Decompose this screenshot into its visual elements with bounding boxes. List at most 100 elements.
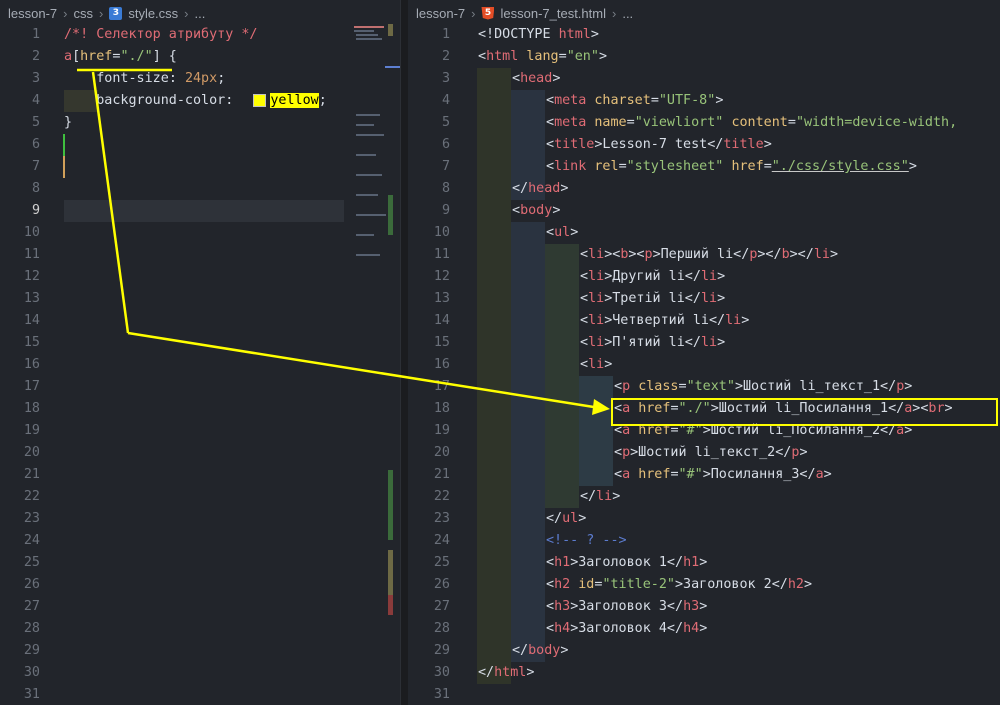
- code-token: >: [717, 291, 726, 306]
- code-token: =: [558, 49, 567, 64]
- line-number: 13: [23, 291, 40, 306]
- selector-value: "./": [120, 49, 153, 64]
- css-breadcrumb: lesson-7 › css › 3 style.css › ...: [0, 0, 400, 26]
- code-token: >Lesson-7 test</: [594, 137, 724, 152]
- line-number: 5: [441, 115, 450, 130]
- code-token: >Заголовок 1</: [570, 555, 684, 570]
- scrollbar-marker: [388, 470, 393, 540]
- code-token: <: [546, 137, 555, 152]
- code-token: li: [596, 489, 613, 504]
- code-token: li: [813, 247, 830, 262]
- line-number: 28: [23, 621, 40, 636]
- minimap[interactable]: [350, 24, 396, 284]
- code-token: h2: [787, 577, 804, 592]
- code-line-27: <h3>Заголовок 3</h3>: [477, 596, 957, 618]
- code-token: h4: [554, 621, 571, 636]
- code-token: ul: [554, 225, 571, 240]
- code-token: h3: [554, 599, 571, 614]
- code-token: ></: [789, 247, 814, 262]
- line-number: 8: [441, 181, 450, 196]
- code-token: "stylesheet": [626, 159, 732, 174]
- code-token: >: [699, 599, 708, 614]
- code-token: href: [638, 467, 671, 482]
- code-token: name: [594, 115, 627, 130]
- code-token: >Заголовок 2</: [675, 577, 788, 592]
- chevron-right-icon: ›: [98, 5, 104, 21]
- code-token: </: [546, 511, 563, 526]
- code-token: >Заголовок 4</: [570, 621, 684, 636]
- code-token: <: [478, 49, 487, 64]
- css-code[interactable]: /*! Селектор атрибуту */ a[href="./"] { …: [64, 24, 327, 134]
- html-code[interactable]: <!DOCTYPE html> <html lang="en"> <head> <me…: [477, 24, 957, 705]
- line-number: 7: [31, 159, 40, 174]
- code-token: meta: [554, 115, 595, 130]
- code-token: content: [731, 115, 788, 130]
- css-property: font-size: [96, 71, 169, 86]
- code-token: p: [644, 247, 653, 262]
- git-modified-marker: [63, 156, 65, 178]
- code-token: <: [512, 203, 521, 218]
- code-token: >Шостий li_текст_2</: [630, 445, 792, 460]
- html-editor-pane[interactable]: lesson-7 › 5 lesson-7_test.html › ... 12…: [408, 0, 1000, 705]
- code-token: </: [580, 489, 597, 504]
- breadcrumb-file[interactable]: lesson-7_test.html: [500, 6, 606, 21]
- code-token: li: [588, 291, 605, 306]
- code-line-15: <li>П'ятий li</li>: [477, 332, 957, 354]
- code-line-6: <title>Lesson-7 test</title>: [477, 134, 957, 156]
- code-token: title: [723, 137, 764, 152]
- code-token: li: [588, 335, 605, 350]
- code-token: >: [570, 225, 579, 240]
- line-number: 9: [31, 203, 40, 218]
- code-line-22: </li>: [477, 486, 957, 508]
- code-line-24: <!-- ? -->: [477, 530, 957, 552]
- code-token: lang: [526, 49, 559, 64]
- css-colon: :: [168, 71, 185, 86]
- code-token: >Четвертий li</: [604, 313, 726, 328]
- code-token: head: [528, 181, 561, 196]
- code-line-1: /*! Селектор атрибуту */: [64, 24, 327, 46]
- html-breadcrumb: lesson-7 › 5 lesson-7_test.html › ...: [408, 0, 1000, 26]
- code-token: <: [614, 467, 623, 482]
- breadcrumb-folder[interactable]: lesson-7: [8, 6, 57, 21]
- breadcrumb-more[interactable]: ...: [195, 6, 206, 21]
- line-number: 21: [23, 467, 40, 482]
- line-number: 18: [433, 401, 450, 416]
- code-token: "title-2": [602, 577, 675, 592]
- code-token: p: [622, 445, 631, 460]
- code-token: b: [781, 247, 790, 262]
- code-token: h3: [683, 599, 700, 614]
- chevron-right-icon: ›: [611, 5, 617, 21]
- chevron-right-icon: ›: [63, 5, 68, 21]
- code-token: ul: [562, 511, 579, 526]
- selector-element: a: [64, 49, 73, 64]
- breadcrumb-subfolder[interactable]: css: [73, 6, 93, 21]
- code-line-21: <a href="#">Посилання_3</a>: [477, 464, 957, 486]
- code-line-14: <li>Четвертий li</li>: [477, 310, 957, 332]
- git-added-marker: [63, 134, 65, 156]
- code-token: >: [552, 203, 561, 218]
- breadcrumb-folder[interactable]: lesson-7: [416, 6, 465, 21]
- code-line-16: <li>: [477, 354, 957, 376]
- code-token: li: [700, 291, 718, 306]
- code-line-17: <p class="text">Шостий li_текст_1</p>: [477, 376, 957, 398]
- css-editor-pane[interactable]: lesson-7 › css › 3 style.css › ... 12345…: [0, 0, 400, 705]
- breadcrumb-file[interactable]: style.css: [128, 6, 178, 21]
- code-token: <!DOCTYPE: [478, 27, 559, 42]
- code-token: =: [763, 159, 772, 174]
- line-number: 20: [433, 445, 450, 460]
- code-token: >Другий li</: [604, 269, 701, 284]
- line-number: 24: [433, 533, 450, 548]
- breadcrumb-more[interactable]: ...: [622, 6, 633, 21]
- line-number: 17: [433, 379, 450, 394]
- code-token: ><: [628, 247, 645, 262]
- code-token: html: [486, 49, 527, 64]
- line-number: 26: [433, 577, 450, 592]
- line-number: 16: [433, 357, 450, 372]
- code-token: <: [546, 225, 555, 240]
- css-file-icon: 3: [109, 6, 123, 20]
- code-token: a: [622, 467, 639, 482]
- code-token: h4: [683, 621, 700, 636]
- code-token: <: [580, 357, 589, 372]
- color-swatch[interactable]: [253, 93, 267, 107]
